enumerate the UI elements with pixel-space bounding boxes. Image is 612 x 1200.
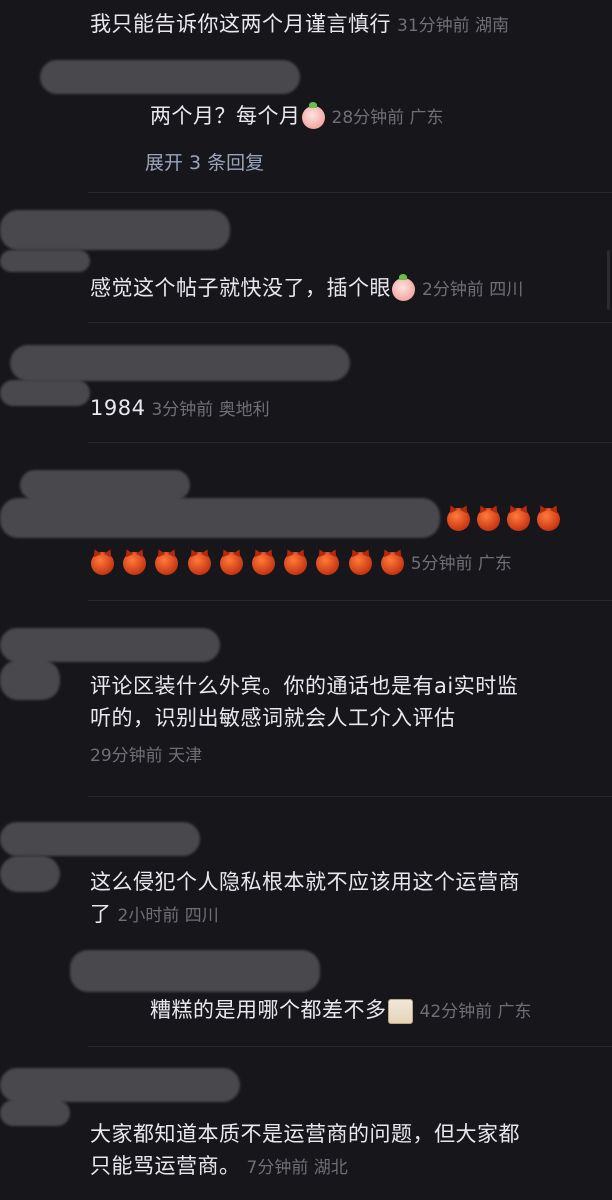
comment-6[interactable]: 评论区装什么外宾。你的通话也是有ai实时监 听的，识别出敏感词就会人工介入评估 …	[90, 670, 518, 772]
angry-devil-icon	[316, 551, 340, 575]
redacted-username	[10, 345, 350, 381]
comment-text-line: 了	[90, 902, 112, 926]
comment-text-line: 评论区装什么外宾。你的通话也是有ai实时监	[90, 674, 519, 698]
redacted-avatar	[0, 856, 60, 892]
comment-meta: 7分钟前 湖北	[246, 1158, 348, 1178]
redacted-comment-text	[0, 498, 440, 538]
redacted-username	[40, 60, 300, 94]
angry-devil-icon	[251, 551, 275, 575]
expand-replies-link[interactable]: 展开 3 条回复	[145, 148, 264, 175]
divider	[88, 1046, 612, 1047]
angry-devil-icon	[219, 551, 243, 575]
reply-meta: 42分钟前 广东	[419, 1002, 532, 1022]
angry-devil-icon	[477, 508, 501, 531]
comment-3[interactable]: 感觉这个帖子就快没了，插个眼 2分钟前 四川	[90, 272, 523, 306]
reply-text: 糟糕的是用哪个都差不多	[150, 998, 387, 1022]
comment-meta: 29分钟前 天津	[90, 746, 203, 766]
comment-9[interactable]: 大家都知道本质不是运营商的问题，但大家都 只能骂运营商。 7分钟前 湖北	[90, 1118, 520, 1184]
comment-4[interactable]: 1984 3分钟前 奥地利	[90, 392, 270, 426]
comment-text-line: 只能骂运营商。	[90, 1154, 241, 1178]
scrollbar-track[interactable]	[607, 250, 610, 310]
redacted-username	[0, 628, 220, 662]
redacted-avatar	[0, 250, 90, 272]
divider	[88, 796, 612, 797]
comment-meta: 2分钟前 四川	[422, 280, 524, 300]
angry-devil-icon	[507, 508, 531, 531]
comment-text-line: 大家都知道本质不是运营商的问题，但大家都	[90, 1122, 520, 1146]
angry-devil-icon	[380, 551, 404, 575]
comment-1[interactable]: 我只能告诉你这两个月谨言慎行 31分钟前 湖南	[90, 8, 509, 42]
redacted-avatar	[0, 380, 90, 406]
redacted-avatar	[0, 1100, 70, 1126]
peach-face-icon	[392, 273, 415, 301]
reply-1[interactable]: 两个月？每个月 28分钟前 广东	[150, 100, 444, 134]
comment-meta: 5分钟前 广东	[410, 554, 512, 574]
comment-text: 感觉这个帖子就快没了，插个眼	[90, 276, 391, 300]
angry-devil-icon	[284, 551, 308, 575]
divider	[88, 192, 612, 193]
angry-devil-icon	[91, 551, 114, 575]
redacted-avatar	[0, 660, 60, 700]
comment-meta: 31分钟前 湖南	[397, 16, 510, 36]
comment-text-line: 这么侵犯个人隐私根本就不应该用这个运营商	[90, 870, 520, 894]
comment-meta: 3分钟前 奥地利	[151, 400, 270, 420]
document-face-icon	[387, 998, 413, 1024]
divider	[88, 600, 612, 601]
comment-text: 我只能告诉你这两个月谨言慎行	[90, 12, 391, 36]
comment-5-emoji-row-1	[446, 508, 561, 531]
divider	[88, 322, 612, 323]
comment-meta: 2小时前 四川	[117, 906, 219, 926]
angry-devil-icon	[348, 551, 372, 575]
divider	[88, 442, 612, 443]
angry-devil-icon	[187, 551, 211, 575]
comment-text: 1984	[90, 396, 146, 420]
redacted-username	[70, 950, 320, 992]
angry-devil-icon	[155, 551, 179, 575]
reply-text: 两个月？每个月	[150, 104, 301, 128]
angry-devil-icon	[123, 551, 147, 575]
angry-devil-icon	[447, 508, 470, 531]
redacted-username	[20, 470, 190, 500]
redacted-avatar-name	[0, 210, 230, 250]
comment-text-line: 听的，识别出敏感词就会人工介入评估	[90, 706, 456, 730]
comment-5[interactable]: 5分钟前 广东	[90, 546, 512, 580]
redacted-username	[0, 1068, 240, 1102]
comment-7[interactable]: 这么侵犯个人隐私根本就不应该用这个运营商 了 2小时前 四川	[90, 866, 520, 932]
reply-2[interactable]: 糟糕的是用哪个都差不多 42分钟前 广东	[150, 994, 532, 1028]
reply-meta: 28分钟前 广东	[331, 108, 444, 128]
angry-devil-icon	[537, 508, 561, 531]
redacted-username	[0, 822, 200, 856]
peach-face-icon	[301, 101, 325, 129]
